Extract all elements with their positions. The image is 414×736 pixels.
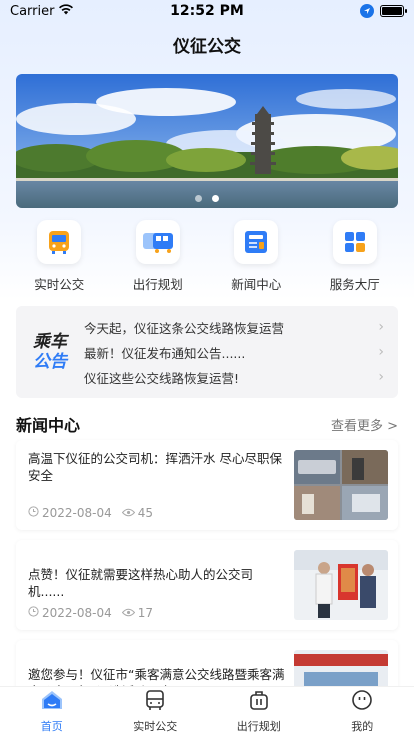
carousel-indicator	[16, 195, 398, 202]
quick-nav-label: 服务大厅	[329, 277, 380, 292]
notice-logo: 乘车 公告	[16, 332, 84, 372]
location-icon	[360, 4, 374, 18]
news-date: 2022-08-04	[42, 606, 112, 620]
quick-nav-label: 新闻中心	[231, 277, 282, 292]
quick-nav-realtime-bus[interactable]: 实时公交	[14, 220, 104, 293]
chevron-right-icon: ›	[378, 319, 384, 335]
view-more-link[interactable]: 查看更多 >	[331, 415, 398, 434]
notice-board: 乘车 公告 今天起，仪征这条公交线路恢复运营 › 最新！仪征发布通知公告....…	[16, 306, 398, 398]
news-card[interactable]: 点赞！仪征就需要这样热心助人的公交司机...... 2022-08-04 17	[16, 540, 398, 630]
quick-nav-trip-planning[interactable]: 出行规划	[113, 220, 203, 293]
bus-icon	[37, 220, 82, 264]
notice-item-text: 仪征这些公交线路恢复运营!	[84, 370, 240, 386]
tab-label: 实时公交	[133, 720, 178, 733]
tab-label: 出行规划	[236, 720, 281, 733]
news-meta: 2022-08-04 45	[28, 506, 286, 520]
news-thumbnail	[294, 550, 388, 620]
news-views: 45	[137, 506, 154, 520]
tab-label: 我的	[351, 720, 374, 733]
quick-nav: 实时公交 出行规划 新闻中心 服务大厅	[0, 220, 414, 293]
carrier-label: Carrier	[10, 3, 55, 19]
banner-carousel[interactable]	[16, 74, 398, 208]
tab-trip-planning[interactable]: 出行规划	[219, 689, 299, 734]
news-meta: 2022-08-04 17	[28, 606, 286, 620]
clock: 12:52 PM	[170, 3, 244, 19]
page-title: 仪征公交	[173, 37, 241, 57]
quick-nav-label: 出行规划	[132, 277, 183, 292]
news-title: 高温下仪征的公交司机：挥洒汗水 尽心尽职保安全	[28, 451, 282, 483]
tab-bar: 首页 实时公交 出行规划 我的	[0, 686, 414, 736]
notice-item-text: 最新！仪征发布通知公告......	[84, 345, 246, 361]
eye-icon	[121, 506, 135, 520]
chevron-right-icon: ›	[378, 369, 384, 385]
carousel-dot-active[interactable]	[212, 195, 219, 202]
notice-item[interactable]: 最新！仪征发布通知公告...... ›	[84, 340, 384, 365]
route-icon	[135, 220, 180, 264]
status-bar: Carrier 12:52 PM	[0, 0, 414, 22]
quick-nav-news-center[interactable]: 新闻中心	[211, 220, 301, 293]
tab-profile[interactable]: 我的	[322, 689, 402, 734]
notice-item[interactable]: 今天起，仪征这条公交线路恢复运营 ›	[84, 315, 384, 340]
carousel-dot[interactable]	[195, 195, 202, 202]
tab-home[interactable]: 首页	[12, 689, 92, 734]
clock-icon	[28, 606, 39, 620]
section-title: 新闻中心	[16, 416, 81, 435]
news-section-header: 新闻中心 查看更多 >	[16, 412, 398, 436]
service-grid-icon	[332, 220, 377, 264]
news-card[interactable]: 高温下仪征的公交司机：挥洒汗水 尽心尽职保安全 2022-08-04 45	[16, 440, 398, 530]
tab-realtime-bus[interactable]: 实时公交	[115, 689, 195, 734]
notice-logo-line2: 公告	[33, 352, 67, 372]
notice-list: 今天起，仪征这条公交线路恢复运营 › 最新！仪征发布通知公告...... › 仪…	[84, 315, 398, 390]
battery-icon	[380, 5, 407, 17]
bag-icon	[248, 689, 270, 715]
chevron-right-icon: ›	[378, 344, 384, 360]
home-icon	[40, 689, 64, 715]
clock-icon	[28, 506, 39, 520]
tab-label: 首页	[40, 720, 63, 733]
banner-image	[16, 74, 398, 208]
profile-icon	[351, 689, 373, 715]
notice-item[interactable]: 仪征这些公交线路恢复运营! ›	[84, 365, 384, 390]
eye-icon	[121, 606, 135, 620]
news-icon	[234, 220, 279, 264]
bus-icon	[144, 689, 166, 715]
news-thumbnail	[294, 450, 388, 520]
quick-nav-label: 实时公交	[34, 277, 85, 292]
notice-logo-line1: 乘车	[33, 332, 67, 352]
news-date: 2022-08-04	[42, 506, 112, 520]
notice-item-text: 今天起，仪征这条公交线路恢复运营	[84, 320, 285, 336]
quick-nav-service-hall[interactable]: 服务大厅	[310, 220, 400, 293]
news-views: 17	[137, 606, 154, 620]
news-title: 点赞！仪征就需要这样热心助人的公交司机......	[28, 567, 254, 599]
wifi-icon	[58, 3, 74, 19]
